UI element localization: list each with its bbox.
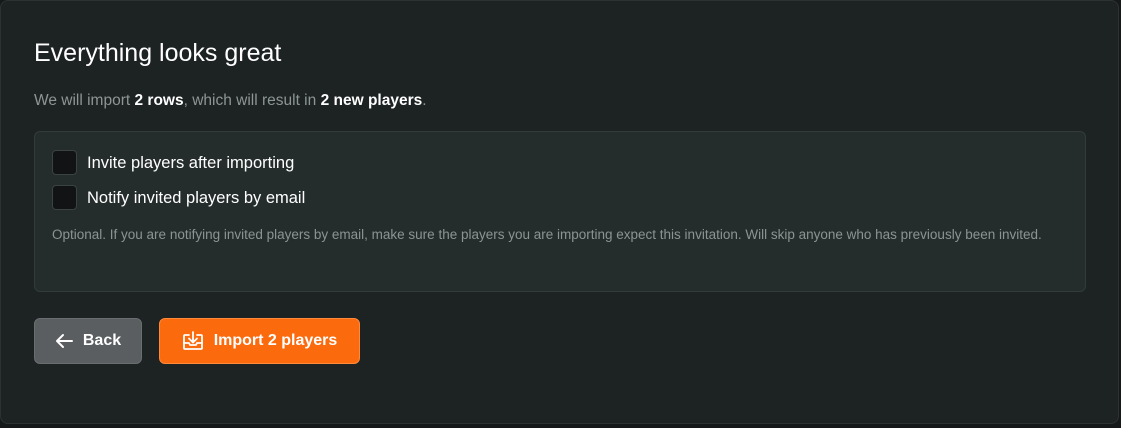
invite-players-label[interactable]: Invite players after importing — [87, 152, 294, 174]
summary-prefix: We will import — [34, 92, 135, 109]
import-summary: We will import 2 rows, which will result… — [34, 90, 427, 112]
invite-players-checkbox[interactable] — [52, 150, 77, 175]
back-button-label: Back — [82, 332, 122, 349]
summary-player-count: 2 new players — [320, 92, 423, 109]
import-players-button[interactable]: Import 2 players — [159, 318, 360, 364]
options-help-text: Optional. If you are notifying invited p… — [52, 227, 1042, 242]
notify-email-option[interactable]: Notify invited players by email — [52, 185, 305, 210]
back-button[interactable]: Back — [34, 318, 142, 364]
import-options-box: Invite players after importing Notify in… — [34, 131, 1086, 292]
import-confirmation-panel: Everything looks great We will import 2 … — [0, 0, 1119, 424]
arrow-left-icon — [55, 333, 73, 349]
summary-row-count: 2 rows — [134, 92, 184, 109]
notify-email-checkbox[interactable] — [52, 185, 77, 210]
summary-middle: , which will result in — [183, 92, 321, 109]
download-tray-icon — [182, 331, 204, 351]
summary-suffix: . — [422, 92, 427, 109]
notify-email-label[interactable]: Notify invited players by email — [87, 187, 305, 209]
import-button-label: Import 2 players — [213, 332, 338, 349]
page-title: Everything looks great — [34, 39, 282, 67]
invite-players-option[interactable]: Invite players after importing — [52, 150, 294, 175]
